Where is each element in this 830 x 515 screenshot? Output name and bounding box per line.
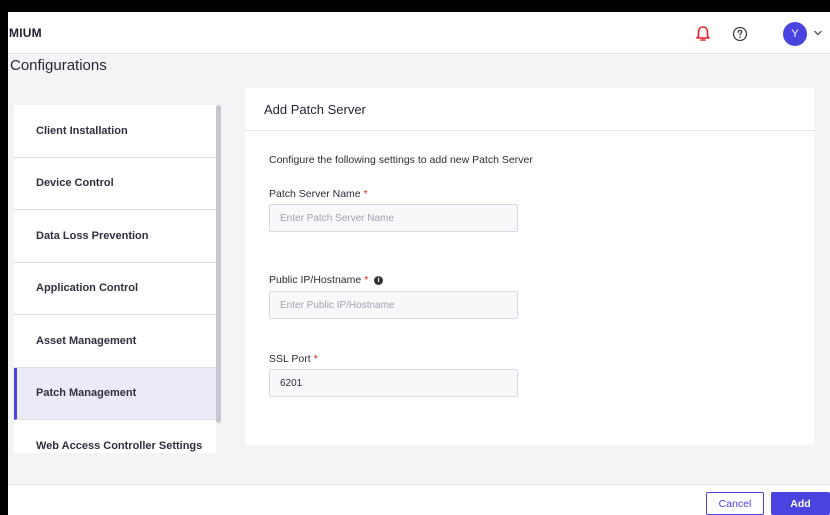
public-ip-hostname-label: Public IP/Hostname * i xyxy=(269,274,384,286)
page-title: Configurations xyxy=(10,57,107,74)
ssl-port-label-text: SSL Port xyxy=(269,353,311,365)
patch-server-name-input[interactable] xyxy=(269,204,518,232)
window-frame-top xyxy=(0,0,830,12)
sidebar-item-web-access-controller-settings[interactable]: Web Access Controller Settings xyxy=(14,420,216,453)
cancel-button[interactable]: Cancel xyxy=(706,492,764,515)
form-description: Configure the following settings to add … xyxy=(269,154,533,166)
top-header: MIUM Y xyxy=(8,12,830,54)
public-ip-hostname-input[interactable] xyxy=(269,291,518,319)
help-circle-icon[interactable] xyxy=(728,22,752,46)
settings-sidebar: Client Installation Device Control Data … xyxy=(14,105,216,453)
add-button[interactable]: Add xyxy=(771,492,830,515)
info-icon[interactable]: i xyxy=(374,276,384,285)
sidebar-item-patch-management[interactable]: Patch Management xyxy=(14,367,216,420)
sidebar-item-device-control[interactable]: Device Control xyxy=(14,158,216,210)
bell-icon[interactable] xyxy=(691,22,715,46)
ssl-port-label: SSL Port * xyxy=(269,353,318,365)
sidebar-item-application-control[interactable]: Application Control xyxy=(14,263,216,315)
chevron-down-icon[interactable] xyxy=(812,26,824,40)
brand-name: MIUM xyxy=(9,26,42,40)
add-patch-server-panel: Add Patch Server Configure the following… xyxy=(245,88,814,445)
required-marker: * xyxy=(364,274,369,286)
panel-title: Add Patch Server xyxy=(245,88,814,131)
sidebar-item-asset-management[interactable]: Asset Management xyxy=(14,315,216,368)
ssl-port-input[interactable] xyxy=(269,369,518,397)
sidebar-item-client-installation[interactable]: Client Installation xyxy=(14,105,216,158)
user-avatar[interactable]: Y xyxy=(783,22,807,46)
required-marker: * xyxy=(313,353,318,365)
patch-server-name-label: Patch Server Name * xyxy=(269,188,368,200)
window-frame-left xyxy=(0,12,8,515)
sidebar-scrollbar[interactable] xyxy=(216,105,221,423)
patch-server-name-label-text: Patch Server Name xyxy=(269,188,361,200)
public-ip-hostname-label-text: Public IP/Hostname xyxy=(269,274,362,286)
sidebar-item-data-loss-prevention[interactable]: Data Loss Prevention xyxy=(14,210,216,263)
required-marker: * xyxy=(363,188,368,200)
